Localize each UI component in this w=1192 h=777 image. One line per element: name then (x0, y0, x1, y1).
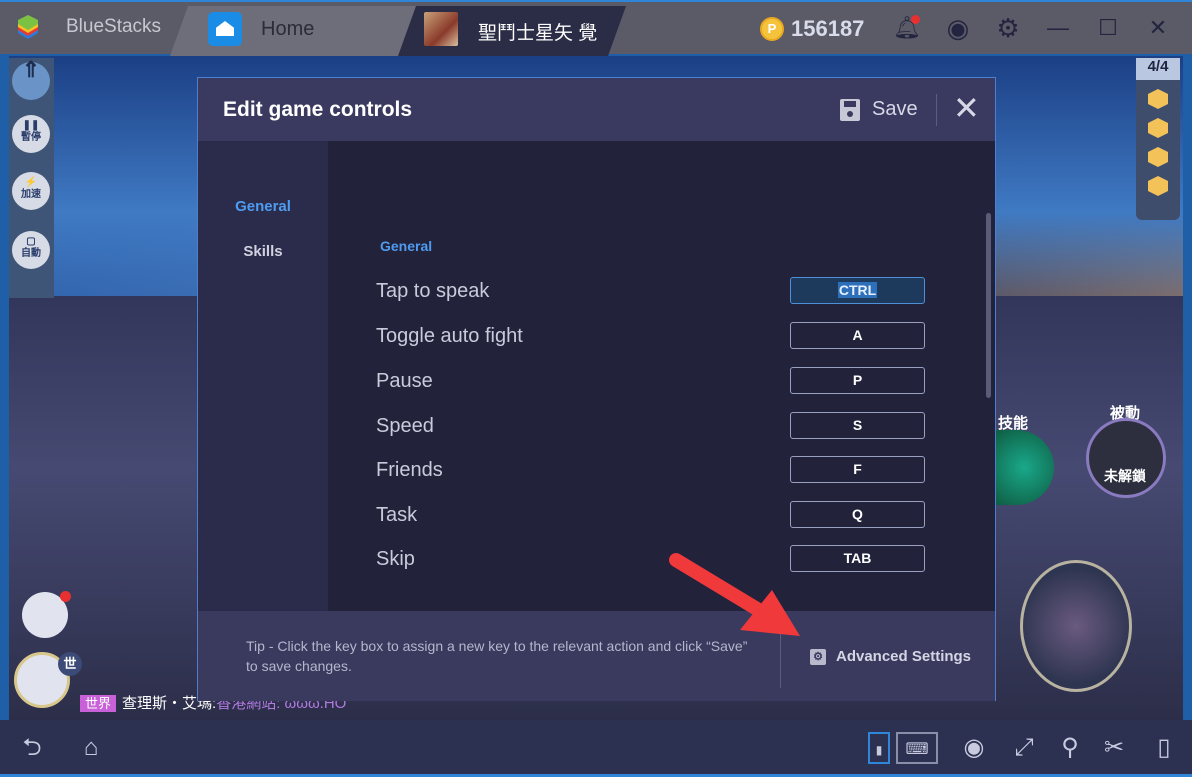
hex-gem-icon (1148, 147, 1168, 167)
key-box[interactable]: P (790, 367, 925, 394)
dialog-header: Edit game controls Save ✕ (198, 78, 995, 141)
counter-text: 4/4 (1136, 58, 1180, 80)
control-row: Pause P (376, 367, 976, 397)
game-controls-icon[interactable]: ▮ (868, 732, 890, 764)
rotate-icon[interactable]: ▯ (1150, 732, 1178, 764)
key-box[interactable]: TAB (790, 545, 925, 572)
action-label: Task (376, 504, 418, 526)
action-label: Skip (376, 548, 415, 570)
divider (780, 633, 781, 688)
passive-skill-button[interactable] (1086, 418, 1166, 498)
key-box[interactable]: S (790, 412, 925, 439)
control-row: Task Q (376, 501, 976, 531)
speed-game-button[interactable]: ⚡ 加速 (12, 172, 50, 210)
tab-home-label[interactable]: Home (261, 18, 314, 41)
title-bar: BlueStacks Home 聖鬥士星矢 覺 P 156187 🔔︎ ◉ ⚙ … (0, 0, 1192, 54)
hex-gem-icon (1148, 89, 1168, 109)
app-brand: BlueStacks (66, 16, 162, 37)
edit-game-controls-dialog: Edit game controls Save ✕ General Skills… (197, 77, 996, 701)
game-counter-panel: 4/4 (1136, 58, 1180, 220)
dialog-title: Edit game controls (223, 98, 413, 121)
collapse-arrow-icon[interactable]: ⇑ (12, 59, 50, 100)
home-icon[interactable]: ⌂ (70, 732, 112, 764)
save-label: Save (872, 98, 918, 120)
auto-game-button[interactable]: ▢ 自動 (12, 231, 50, 269)
control-row: Toggle auto fight A (376, 322, 976, 352)
action-label: Toggle auto fight (376, 325, 523, 347)
key-box[interactable]: Q (790, 501, 925, 528)
hero-portrait-button[interactable] (1020, 560, 1132, 692)
notification-dot (60, 591, 71, 602)
notification-dot (911, 15, 920, 24)
gear-icon[interactable]: ⚙ (994, 14, 1022, 42)
passive-status: 未解鎖 (1104, 468, 1146, 484)
control-row: Speed S (376, 412, 976, 442)
advanced-settings-label: Advanced Settings (836, 648, 972, 665)
key-box[interactable]: CTRL (790, 277, 925, 304)
action-label: Pause (376, 370, 433, 392)
advanced-settings-button[interactable]: ⚙ Advanced Settings (810, 648, 971, 665)
action-label: Tap to speak (376, 280, 490, 302)
divider (936, 94, 937, 126)
game-icon (424, 12, 458, 46)
android-nav-bar: ⮌ ⌂ ▮ ⌨ ◉ ⤢ ⚲ ✂ ▯ (0, 720, 1192, 777)
pause-game-button[interactable]: ❚❚ 暫停 (12, 115, 50, 153)
account-icon[interactable]: ◉ (944, 14, 972, 42)
save-icon (840, 98, 860, 121)
keyboard-icon[interactable]: ⌨ (896, 732, 938, 764)
back-icon[interactable]: ⮌ (12, 732, 52, 764)
eye-icon[interactable]: ◉ (958, 732, 990, 764)
chat-channel-badge: 世 (58, 652, 82, 676)
location-icon[interactable]: ⚲ (1056, 732, 1084, 764)
hex-gem-icon (1148, 118, 1168, 138)
coin-icon: P (760, 17, 784, 41)
controls-list: General Tap to speak CTRL Toggle auto fig… (328, 141, 996, 611)
key-box[interactable]: F (790, 456, 925, 483)
fullscreen-icon[interactable]: ⤢ (1008, 732, 1040, 764)
scrollbar[interactable] (986, 213, 991, 398)
sidebar-item-skills[interactable]: Skills (198, 243, 328, 260)
chat-channel: 世界 (80, 695, 117, 712)
maximize-icon[interactable]: ☐ (1094, 14, 1122, 42)
close-icon[interactable]: ✕ (1144, 14, 1172, 42)
key-box[interactable]: A (790, 322, 925, 349)
scissors-icon[interactable]: ✂ (1098, 732, 1130, 764)
gear-icon: ⚙ (810, 648, 826, 665)
control-row: Tap to speak CTRL (376, 277, 976, 307)
hex-gem-icon (1148, 176, 1168, 196)
tip-text: Tip - Click the key box to assign a new … (246, 638, 748, 674)
sidebar-item-general[interactable]: General (198, 198, 328, 215)
category-sidebar: General Skills (198, 141, 328, 611)
action-label: Friends (376, 459, 443, 481)
home-icon (208, 12, 242, 46)
close-dialog-icon[interactable]: ✕ (953, 90, 980, 126)
action-label: Speed (376, 415, 434, 437)
control-row: Skip TAB (376, 545, 976, 575)
coin-balance[interactable]: 156187 (791, 16, 864, 42)
minimize-icon[interactable]: — (1044, 14, 1072, 42)
save-button[interactable]: Save (840, 98, 918, 121)
bluestacks-logo (18, 15, 38, 39)
section-title: General (380, 238, 433, 254)
control-row: Friends F (376, 456, 976, 486)
tab-game-label[interactable]: 聖鬥士星矢 覺 (478, 18, 598, 45)
dialog-footer: Tip - Click the key box to assign a new … (198, 611, 995, 701)
